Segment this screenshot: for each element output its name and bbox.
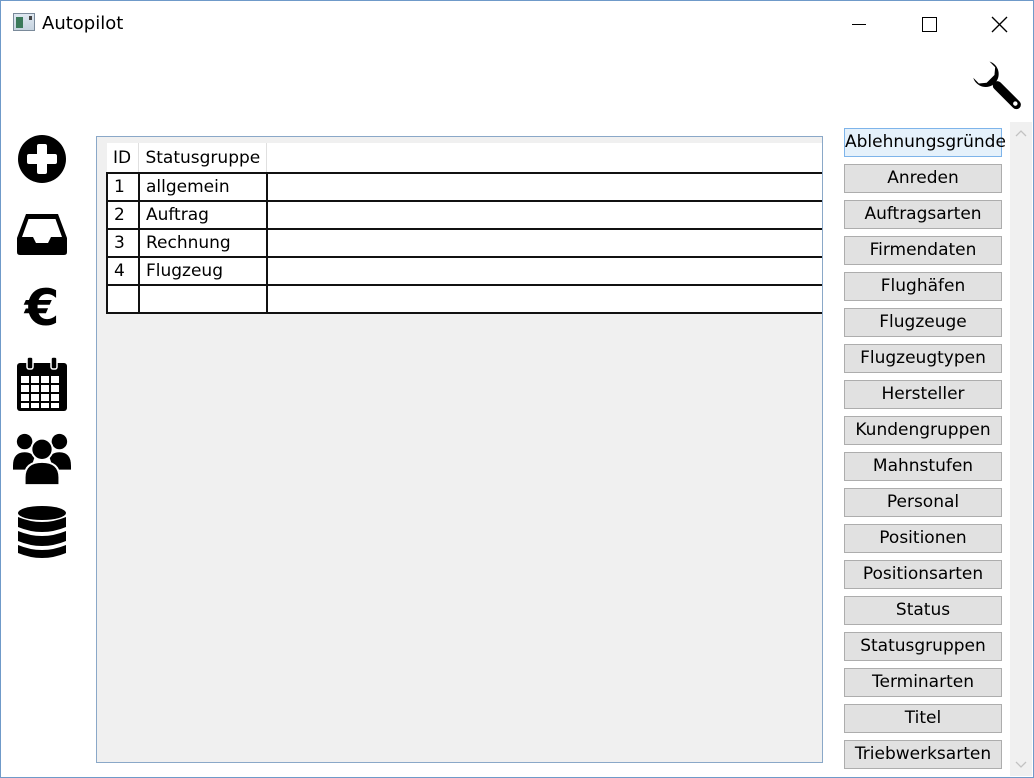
cell-statusgruppe[interactable]: Flugzeug xyxy=(138,257,268,286)
kundengruppen-button[interactable]: Kundengruppen xyxy=(844,416,1002,445)
plus-circle-icon xyxy=(18,135,66,183)
data-grid-panel: ID Statusgruppe 1 allgemein 2 Auftrag 3 xyxy=(96,136,823,763)
minimize-button[interactable] xyxy=(829,1,889,47)
ablehnungsgruende-button[interactable]: Ablehnungsgründe xyxy=(844,128,1006,157)
terminarten-button[interactable]: Terminarten xyxy=(844,668,1002,697)
positionen-button[interactable]: Positionen xyxy=(844,524,1002,553)
firmendaten-button[interactable]: Firmendaten xyxy=(844,236,1002,265)
chevron-up-icon xyxy=(1015,130,1027,137)
new-row[interactable] xyxy=(106,285,822,314)
inbox-icon xyxy=(17,214,67,255)
cell-statusgruppe[interactable]: Auftrag xyxy=(138,201,268,230)
euro-icon: € xyxy=(24,279,60,337)
cell-filler xyxy=(266,257,822,286)
cell-filler xyxy=(266,285,822,314)
app-window: Autopilot € ID Statusgruppe 1 allgemein … xyxy=(0,0,1034,778)
title-bar[interactable]: Autopilot xyxy=(1,1,1033,47)
cell-id[interactable]: 4 xyxy=(106,257,140,286)
app-icon xyxy=(13,13,35,31)
maximize-icon xyxy=(921,16,937,32)
maximize-button[interactable] xyxy=(899,1,959,47)
vertical-scrollbar[interactable] xyxy=(1010,122,1032,776)
column-header-statusgruppe[interactable]: Statusgruppe xyxy=(138,143,268,174)
status-button[interactable]: Status xyxy=(844,596,1002,625)
cell-statusgruppe[interactable]: Rechnung xyxy=(138,229,268,258)
cell-id[interactable]: 2 xyxy=(106,201,140,230)
table-row[interactable]: 2 Auftrag xyxy=(106,201,822,230)
titel-button[interactable]: Titel xyxy=(844,704,1002,733)
positionsarten-button[interactable]: Positionsarten xyxy=(844,560,1002,589)
table-row[interactable]: 4 Flugzeug xyxy=(106,257,822,286)
cell-id[interactable] xyxy=(106,285,140,314)
users-button[interactable] xyxy=(13,429,71,487)
cell-id[interactable]: 3 xyxy=(106,229,140,258)
table-row[interactable]: 1 allgemein xyxy=(106,172,822,202)
cell-id[interactable]: 1 xyxy=(106,172,140,202)
chevron-down-icon xyxy=(1015,761,1027,768)
column-header-id[interactable]: ID xyxy=(107,143,140,174)
grid-header-row: ID Statusgruppe xyxy=(107,143,822,174)
master-data-button-list: Ablehnungsgründe Anreden Auftragsarten F… xyxy=(844,128,1006,776)
window-title: Autopilot xyxy=(42,13,124,34)
personal-button[interactable]: Personal xyxy=(844,488,1002,517)
anreden-button[interactable]: Anreden xyxy=(844,164,1002,193)
calendar-button[interactable] xyxy=(13,355,71,413)
cell-statusgruppe[interactable] xyxy=(138,285,268,314)
users-icon xyxy=(13,433,71,486)
cell-statusgruppe[interactable]: allgemein xyxy=(138,172,268,202)
triebwerksarten-button[interactable]: Triebwerksarten xyxy=(844,740,1002,769)
scroll-down-button[interactable] xyxy=(1010,754,1032,776)
close-icon xyxy=(991,16,1007,32)
flughaefen-button[interactable]: Flughäfen xyxy=(844,272,1002,301)
add-button[interactable] xyxy=(13,130,71,188)
mahnstufen-button[interactable]: Mahnstufen xyxy=(844,452,1002,481)
scroll-up-button[interactable] xyxy=(1010,122,1032,144)
wrench-icon xyxy=(973,61,1021,110)
calendar-icon xyxy=(17,356,67,411)
settings-button[interactable] xyxy=(969,59,1027,115)
flugzeuge-button[interactable]: Flugzeuge xyxy=(844,308,1002,337)
cell-filler xyxy=(266,201,822,230)
statusgruppen-button[interactable]: Statusgruppen xyxy=(844,632,1002,661)
database-icon xyxy=(18,506,66,558)
column-header-filler xyxy=(266,143,822,174)
finance-button[interactable]: € xyxy=(13,279,71,337)
table-row[interactable]: 3 Rechnung xyxy=(106,229,822,258)
minimize-icon xyxy=(852,23,866,25)
flugzeugtypen-button[interactable]: Flugzeugtypen xyxy=(844,344,1002,373)
database-button[interactable] xyxy=(13,504,71,562)
hersteller-button[interactable]: Hersteller xyxy=(844,380,1002,409)
status-groups-grid: ID Statusgruppe 1 allgemein 2 Auftrag 3 xyxy=(106,143,822,314)
cell-filler xyxy=(266,229,822,258)
cell-filler xyxy=(266,172,822,202)
auftragsarten-button[interactable]: Auftragsarten xyxy=(844,200,1002,229)
inbox-button[interactable] xyxy=(13,205,71,263)
close-button[interactable] xyxy=(969,1,1029,47)
